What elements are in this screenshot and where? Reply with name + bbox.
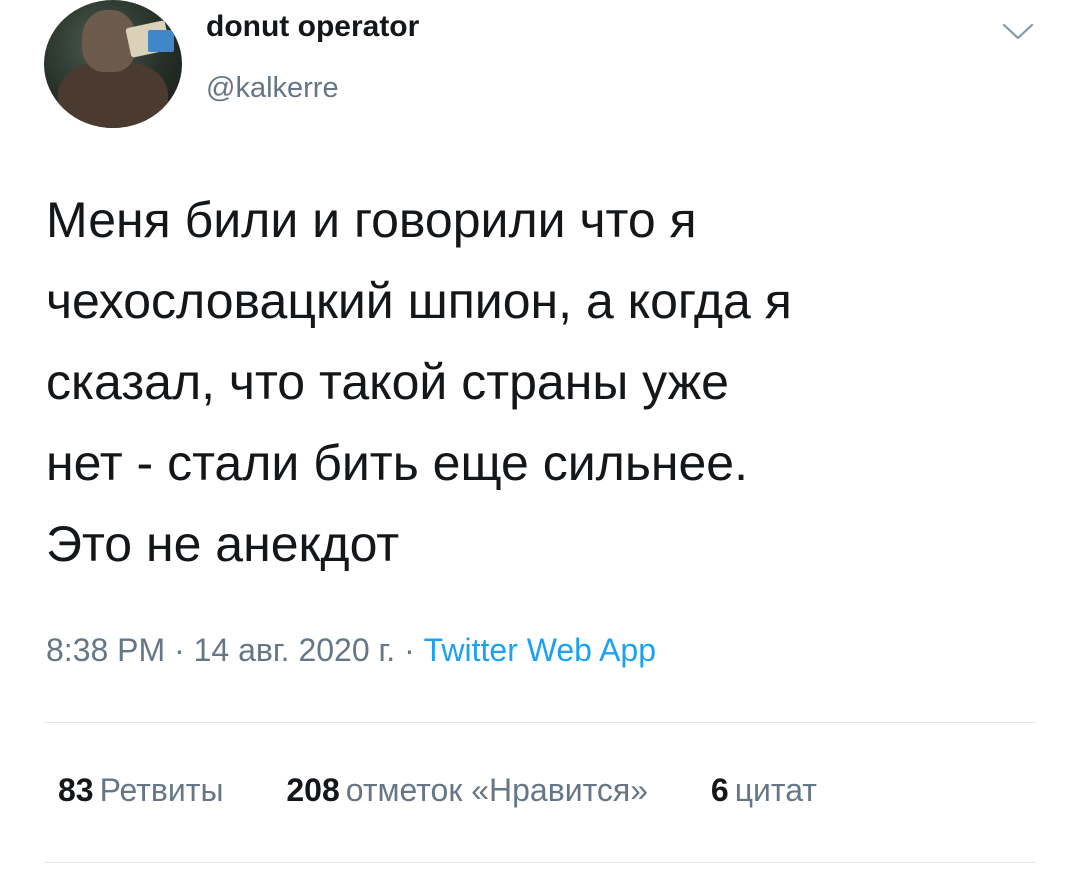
- tweet-text: Меня били и говорили что я чехословацкий…: [46, 180, 1046, 585]
- divider: [44, 722, 1036, 723]
- avatar[interactable]: [44, 0, 182, 128]
- tweet-text-line: нет - стали бить еще сильнее.: [46, 435, 749, 491]
- tweet-text-line: Это не анекдот: [46, 516, 400, 572]
- tweet-stats: 83 Ретвиты 208 отметок «Нравится» 6 цитат: [58, 772, 817, 809]
- likes-stat[interactable]: 208 отметок «Нравится»: [286, 772, 648, 809]
- quotes-count: 6: [710, 772, 729, 808]
- quotes-stat[interactable]: 6 цитат: [711, 772, 817, 809]
- tweet-meta: 8:38 PM · 14 авг. 2020 г. · Twitter Web …: [46, 632, 656, 669]
- retweets-label: Ретвиты: [99, 772, 224, 808]
- meta-separator: ·: [174, 632, 185, 668]
- meta-separator: ·: [404, 632, 415, 668]
- retweets-stat[interactable]: 83 Ретвиты: [58, 772, 223, 809]
- tweet-text-line: чехословацкий шпион, а когда я: [46, 273, 792, 329]
- quotes-label: цитат: [734, 772, 817, 808]
- tweet-text-line: сказал, что такой страны уже: [46, 354, 729, 410]
- avatar-screen-shape: [148, 30, 174, 52]
- author-handle[interactable]: @kalkerre: [206, 72, 339, 105]
- likes-label: отметок «Нравится»: [345, 772, 648, 808]
- tweet-date[interactable]: 14 авг. 2020 г.: [194, 632, 396, 668]
- divider: [44, 862, 1036, 863]
- likes-count: 208: [286, 772, 340, 808]
- chevron-down-icon[interactable]: [1000, 22, 1036, 42]
- tweet-source-link[interactable]: Twitter Web App: [424, 632, 656, 668]
- author-display-name[interactable]: donut operator: [206, 10, 419, 44]
- tweet-text-line: Меня били и говорили что я: [46, 192, 697, 248]
- retweets-count: 83: [58, 772, 94, 808]
- tweet-time[interactable]: 8:38 PM: [46, 632, 165, 668]
